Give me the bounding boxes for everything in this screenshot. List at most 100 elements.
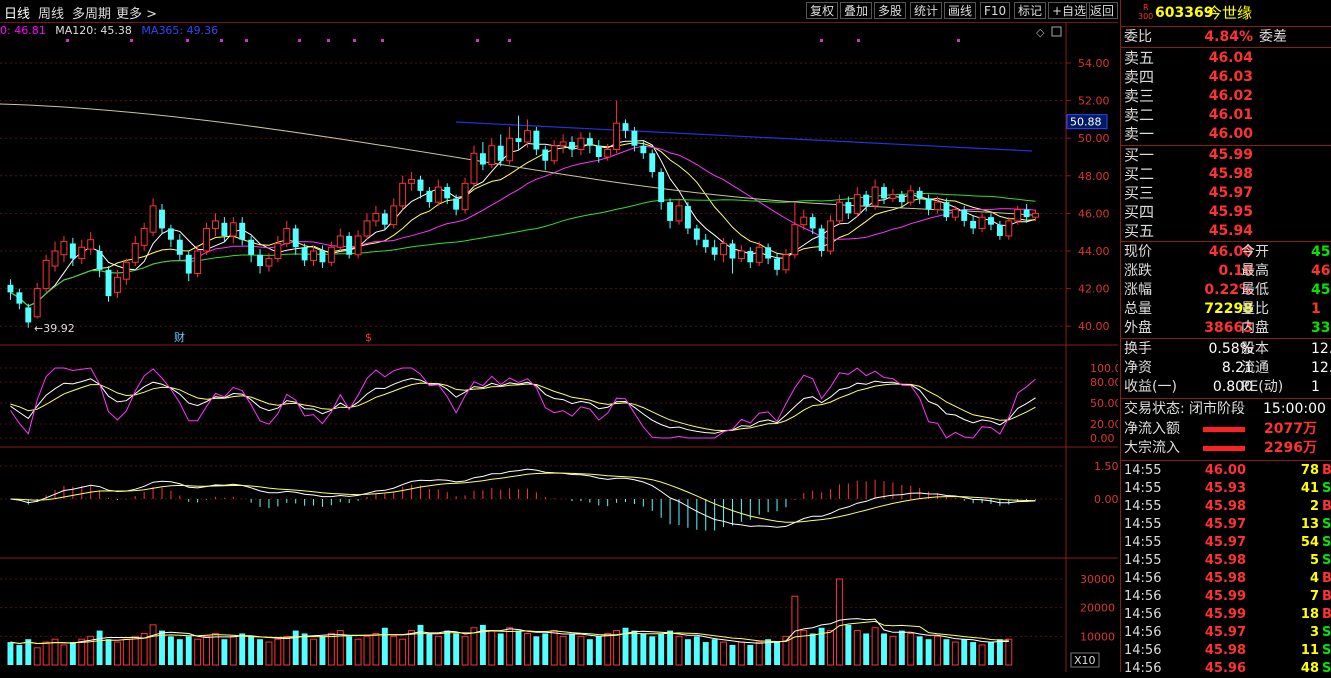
candle-body — [871, 186, 879, 207]
candle-body — [248, 239, 255, 255]
volume-bar — [853, 630, 861, 666]
tick-price: 45.97 — [1204, 535, 1246, 550]
divider — [1121, 398, 1331, 399]
volume-bar — [497, 633, 504, 665]
volume-bar — [292, 630, 299, 665]
candle-body — [961, 209, 968, 221]
quote-label: 涨幅 — [1124, 282, 1152, 298]
volume-bar — [729, 644, 736, 665]
tick-row: 14:55 45.98 5 S — [1121, 552, 1331, 570]
candle-body — [755, 246, 763, 263]
volume-bar — [684, 639, 691, 665]
tick-row: 14:56 45.97 3 S — [1121, 624, 1331, 642]
candle-body — [257, 254, 263, 267]
candle-body — [595, 145, 602, 157]
volume-bar — [934, 635, 941, 666]
tick-time: 14:56 — [1124, 643, 1162, 658]
kline-chart[interactable]: 54.00 52.00 50.00 48.00 46.00 44.00 42.00 40.00… — [0, 0, 1118, 672]
volume-bar — [257, 639, 263, 665]
volume-bar — [907, 632, 915, 666]
volume-bar — [274, 638, 282, 666]
volume-bar — [42, 641, 50, 666]
candle-body — [417, 179, 424, 191]
volume-bar — [961, 639, 968, 665]
volume-bar — [524, 632, 531, 666]
volume-bar — [631, 630, 638, 665]
candle-body — [845, 202, 852, 214]
candle-body — [729, 243, 736, 259]
fund-label-2: PE(动) — [1241, 379, 1284, 395]
volume-bar — [390, 635, 398, 666]
quote-row: 外盘38663内盘330 — [1121, 319, 1331, 338]
volume-bar — [889, 635, 897, 666]
divider — [1121, 241, 1331, 242]
fund-value-2: 12. — [1311, 360, 1331, 376]
tick-price: 45.99 — [1204, 607, 1246, 622]
volume-bar — [515, 630, 522, 665]
flow-label: 大宗流入 — [1124, 440, 1180, 456]
volume-bar — [194, 638, 202, 666]
tick-time: 14:56 — [1124, 661, 1162, 676]
volume-bar — [346, 636, 353, 665]
quote-label-2: 最低 — [1241, 282, 1269, 298]
candle-body — [42, 259, 50, 290]
candle-body — [363, 220, 371, 237]
price-axis-label: 46.00 — [1078, 207, 1110, 220]
signal-marker — [245, 39, 248, 42]
candle-body — [800, 216, 808, 226]
volume-bar — [221, 639, 228, 665]
tick-price: 45.98 — [1204, 643, 1246, 658]
order-price: 46.03 — [1208, 69, 1253, 85]
macd-dea-line — [10, 472, 1036, 523]
order-label: 买五 — [1124, 222, 1155, 240]
fund-label-2: 流通 — [1241, 360, 1269, 376]
candle-body — [390, 205, 398, 226]
quote-value-2: 330 — [1311, 320, 1331, 336]
fund-row: 换手0.58%股本12. — [1121, 340, 1331, 359]
kdj-k-line — [10, 377, 1036, 434]
volume-bar — [881, 633, 887, 665]
commission-diff-label: 委差 — [1259, 29, 1287, 45]
candle-body — [381, 213, 388, 225]
order-price: 45.97 — [1208, 185, 1253, 201]
volume-bar — [550, 630, 558, 666]
candle-body — [434, 186, 442, 203]
volume-bar — [33, 647, 41, 666]
volume-bar — [265, 641, 273, 666]
volume-bar — [60, 644, 68, 666]
tick-volume: 2 — [1309, 499, 1319, 514]
tick-direction: S — [1322, 517, 1331, 532]
stock-name: 今世缘 — [1207, 4, 1253, 22]
volume-bar — [871, 627, 879, 666]
signal-marker — [220, 39, 223, 42]
candle-body — [292, 228, 299, 248]
candle-body — [176, 239, 183, 255]
vol-unit-label: X10 — [1074, 654, 1096, 667]
tick-price: 45.96 — [1204, 661, 1246, 676]
signal-marker — [327, 39, 330, 42]
volume-bar — [863, 633, 870, 665]
volume-bar — [675, 635, 683, 666]
commission-label: 委比 — [1124, 29, 1152, 45]
volume-bar — [301, 633, 308, 665]
tick-direction: B — [1322, 571, 1331, 586]
candle-body — [301, 247, 308, 261]
candle-body — [791, 224, 799, 256]
tick-price: 46.00 — [1204, 463, 1246, 478]
candle-body — [221, 222, 228, 236]
candle-body — [212, 220, 219, 229]
volume-bar — [149, 624, 157, 666]
volume-bar — [96, 630, 103, 665]
volume-bar — [533, 636, 540, 665]
volume-bar — [363, 635, 371, 666]
tick-direction: S — [1322, 643, 1331, 658]
signal-marker — [857, 39, 860, 42]
candle-body — [265, 258, 273, 267]
candle-body — [649, 153, 656, 173]
signal-marker — [476, 39, 479, 42]
order-price: 46.04 — [1208, 50, 1253, 66]
volume-bar — [809, 633, 816, 665]
candle-body — [149, 205, 157, 233]
candle-body — [988, 217, 994, 225]
candle-body — [105, 269, 112, 297]
